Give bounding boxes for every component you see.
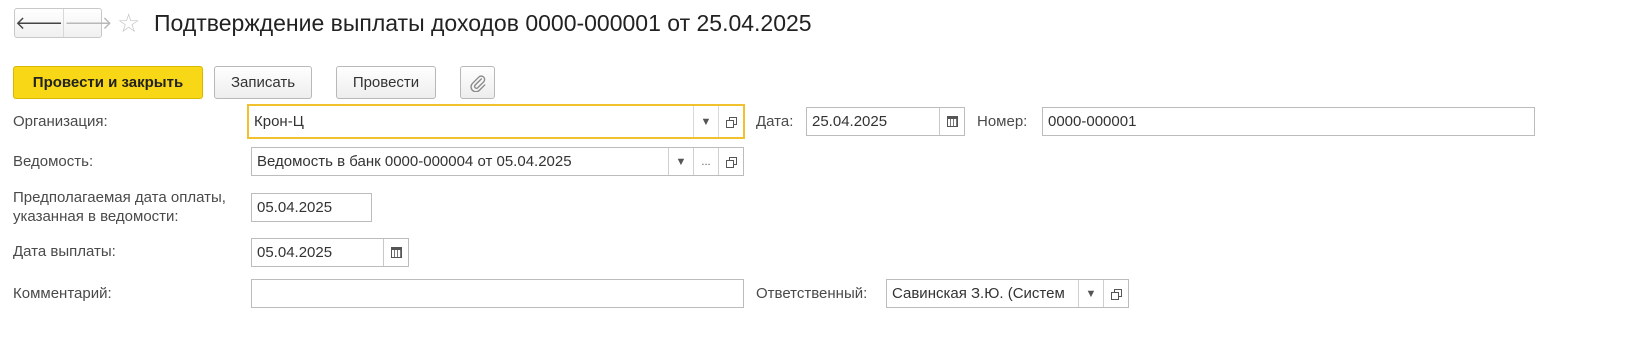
attach-button[interactable] [460,66,495,99]
organization-value[interactable]: Крон-Ц [249,106,693,137]
payment-date-value[interactable]: 05.04.2025 [252,239,383,266]
expected-date-label-line1: Предполагаемая дата оплаты, [13,189,226,206]
payment-date-label: Дата выплаты: [13,243,116,260]
date-field[interactable]: 25.04.2025 [806,107,965,136]
chevron-down-icon[interactable]: ▼ [1078,280,1103,307]
chevron-down-icon[interactable]: ▼ [668,148,693,175]
payment-date-field[interactable]: 05.04.2025 [251,238,409,267]
save-button[interactable]: Записать [214,66,312,99]
number-label: Номер: [977,113,1028,130]
paperclip-icon [469,74,485,92]
post-button[interactable]: Провести [336,66,436,99]
date-value[interactable]: 25.04.2025 [807,108,939,135]
nav-buttons: 🡐 🡒 [14,8,113,38]
statement-label: Ведомость: [13,153,94,170]
open-icon[interactable] [1103,280,1128,307]
favorite-star-icon[interactable]: ☆ [117,8,140,38]
number-field[interactable]: 0000-000001 [1042,107,1535,136]
comment-field[interactable] [251,279,744,308]
page-title: Подтверждение выплаты доходов 0000-00000… [154,10,812,36]
comment-value[interactable] [252,280,743,307]
expected-date-label-line2: указанная в ведомости: [13,208,179,225]
select-button[interactable]: ... [693,148,718,175]
calendar-icon[interactable] [939,108,964,135]
open-icon[interactable] [718,148,743,175]
chevron-down-icon[interactable]: ▼ [693,106,718,137]
responsible-label: Ответственный: [756,285,868,302]
organization-field[interactable]: Крон-Ц ▼ [247,104,745,139]
expected-date-field[interactable]: 05.04.2025 [251,193,372,222]
statement-value[interactable]: Ведомость в банк 0000-000004 от 05.04.20… [252,148,668,175]
open-icon[interactable] [718,106,743,137]
back-arrow-icon[interactable]: 🡐 [15,9,65,37]
expected-date-value[interactable]: 05.04.2025 [252,194,371,221]
responsible-value[interactable]: Савинская З.Ю. (Систем [887,280,1078,307]
organization-label: Организация: [13,113,108,130]
comment-label: Комментарий: [13,285,112,302]
responsible-field[interactable]: Савинская З.Ю. (Систем ▼ [886,279,1129,308]
statement-field[interactable]: Ведомость в банк 0000-000004 от 05.04.20… [251,147,744,176]
number-value[interactable]: 0000-000001 [1043,108,1534,135]
forward-arrow-icon[interactable]: 🡒 [64,9,112,37]
post-and-close-button[interactable]: Провести и закрыть [13,66,203,99]
date-label: Дата: [756,113,794,130]
calendar-icon[interactable] [383,239,408,266]
